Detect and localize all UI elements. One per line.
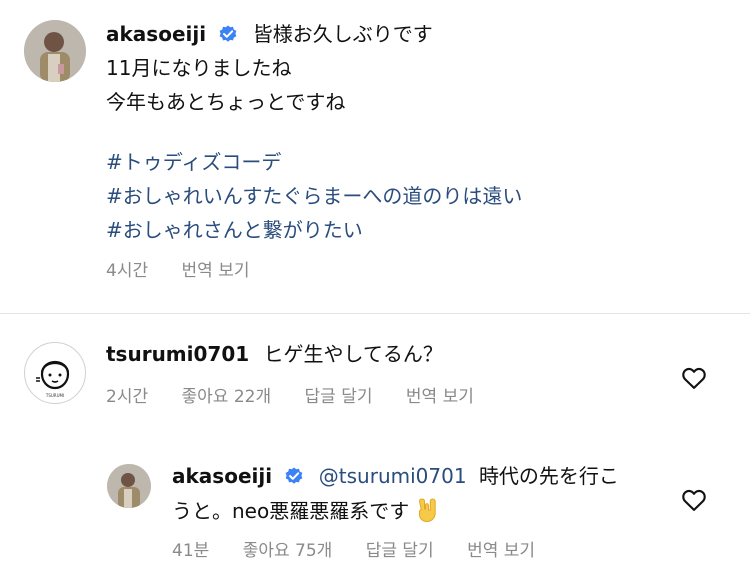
post-translate-link[interactable]: 번역 보기: [182, 256, 250, 281]
username-akasoeiji-reply[interactable]: akasoeiji: [172, 464, 272, 488]
reply-meta: 41분 좋아요 75개 답글 달기 번역 보기: [172, 536, 563, 561]
avatar-tsurumi0701[interactable]: TSURUMI: [24, 342, 86, 404]
username-tsurumi0701[interactable]: tsurumi0701: [106, 342, 249, 366]
rock-hand-icon: [413, 496, 441, 529]
reply-time: 41분: [172, 541, 210, 561]
reply-text-line-1: 時代の先を行こ: [478, 464, 619, 488]
reply-translate-link[interactable]: 번역 보기: [467, 536, 535, 561]
comment-header: tsurumi0701 ヒゲ生やしてるん？: [106, 342, 443, 366]
hashtag-3[interactable]: #おしゃれさんと繋がりたい: [106, 218, 363, 242]
avatar-illustration: TSURUMI: [27, 345, 83, 401]
comment-translate-link[interactable]: 번역 보기: [406, 382, 474, 407]
avatar-text: TSURUMI: [45, 393, 64, 398]
reply-likes[interactable]: 좋아요 75개: [243, 536, 333, 561]
comment-meta: 2시간 좋아요 22개 답글 달기 번역 보기: [106, 382, 502, 407]
reply-text-line-2-wrap: うと。neo悪羅悪羅系です: [172, 496, 441, 529]
post-text-line-3: 今年もあとちょっとですね: [106, 90, 346, 114]
post-text-line-2: 11月になりましたね: [106, 56, 292, 80]
verified-badge-icon: [218, 24, 238, 49]
divider: [0, 313, 750, 314]
hashtag-2[interactable]: #おしゃれいんすたぐらまーへの道のりは遠い: [106, 184, 522, 208]
username-akasoeiji[interactable]: akasoeiji: [106, 22, 206, 46]
verified-badge-icon: [284, 466, 304, 491]
post-time: 4시간: [106, 261, 149, 281]
reply-reply-button[interactable]: 답글 달기: [366, 536, 434, 561]
rock-hand-svg: [419, 498, 436, 523]
avatar-image: [24, 20, 86, 82]
comment-reply-button[interactable]: 답글 달기: [305, 382, 373, 407]
avatar-akasoeiji[interactable]: [24, 20, 86, 82]
heart-outline-icon[interactable]: [680, 364, 708, 392]
comment-time: 2시간: [106, 387, 149, 407]
comment-likes[interactable]: 좋아요 22개: [182, 382, 272, 407]
reply-header: akasoeiji @tsurumi0701 時代の先を行こ: [172, 464, 619, 491]
avatar-image: [107, 464, 151, 508]
post-meta: 4시간 번역 보기: [106, 256, 277, 281]
reply-mention[interactable]: @tsurumi0701: [319, 464, 467, 488]
heart-outline-icon[interactable]: [680, 486, 708, 514]
comment-text: ヒゲ生やしてるん？: [263, 342, 443, 366]
post-text-line-1: 皆様お久しぶりです: [252, 22, 433, 46]
avatar-akasoeiji-reply[interactable]: [107, 464, 151, 508]
reply-text-line-2: うと。neo悪羅悪羅系です: [172, 499, 410, 523]
hashtag-1[interactable]: #トゥディズコーデ: [106, 150, 281, 174]
post-header: akasoeiji 皆様お久しぶりです: [106, 22, 433, 49]
